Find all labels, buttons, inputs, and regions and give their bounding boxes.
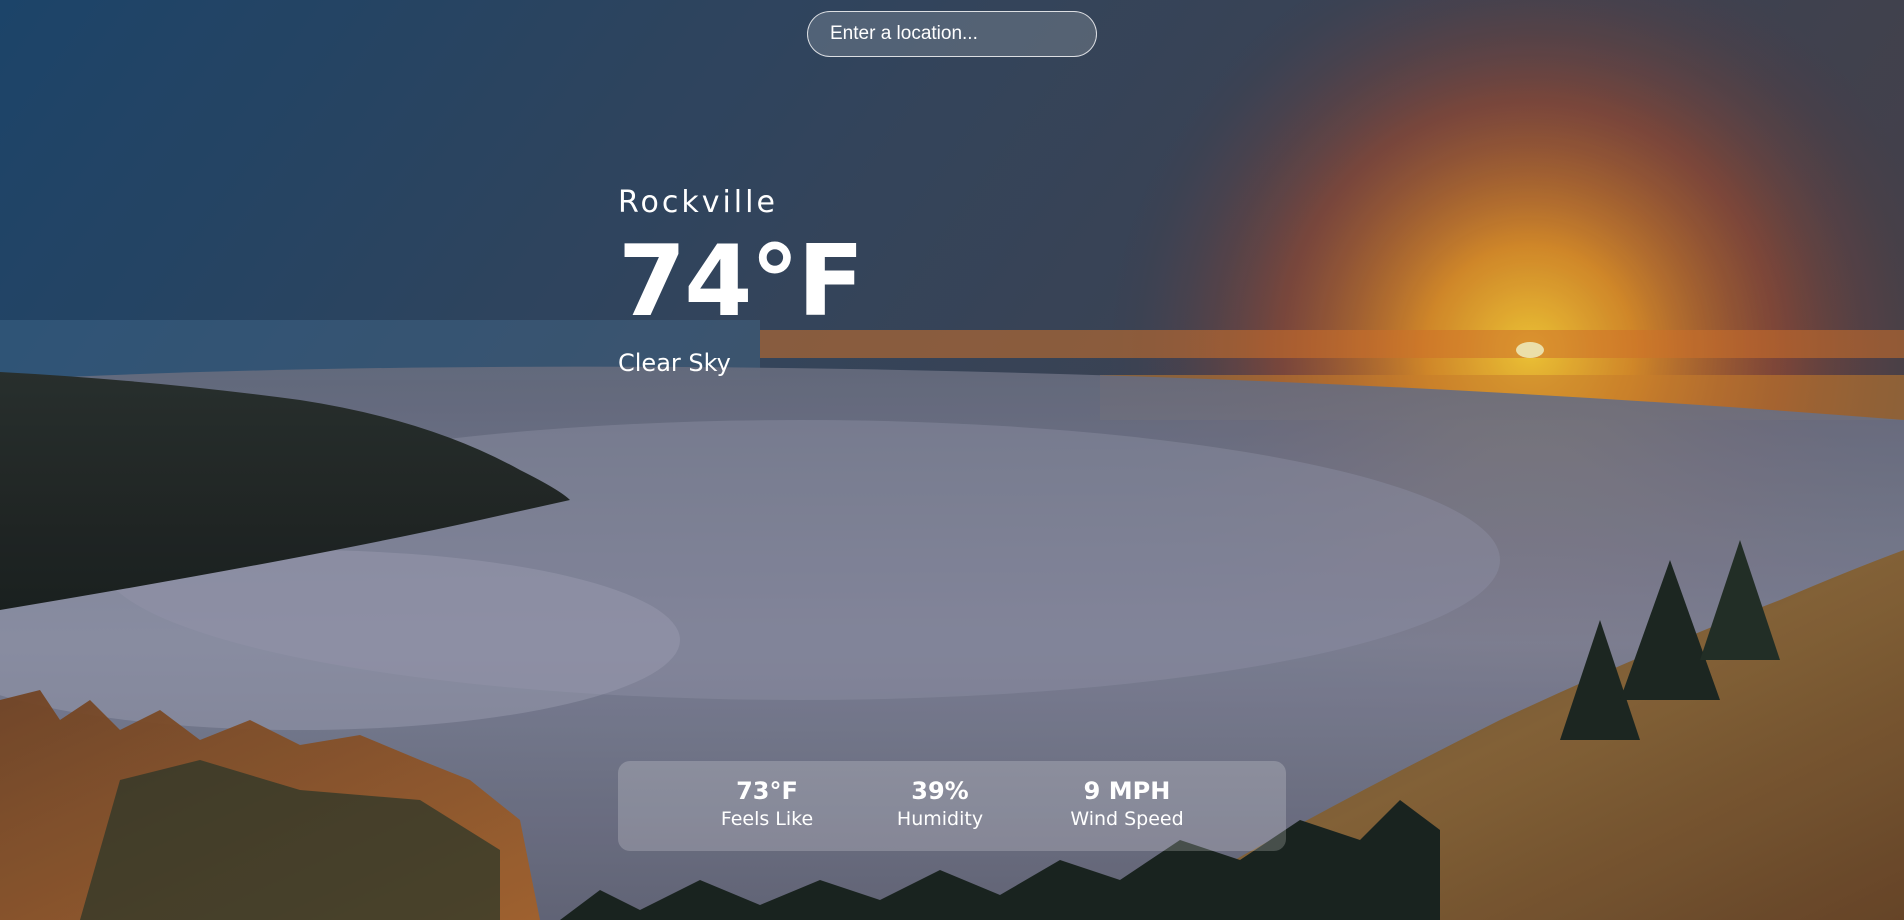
current-temperature: 74°F	[618, 225, 864, 339]
current-weather: Rockville 74°F Clear Sky	[618, 180, 864, 380]
search-box	[807, 11, 1097, 57]
wind-speed-stat: 9 MPH Wind Speed	[1070, 777, 1183, 833]
location-search-input[interactable]	[807, 11, 1097, 57]
wind-speed-value: 9 MPH	[1083, 777, 1171, 805]
city-name: Rockville	[618, 185, 778, 220]
wind-speed-label: Wind Speed	[1070, 808, 1184, 830]
feels-like-stat: 73°F Feels Like	[721, 777, 813, 833]
humidity-value: 39%	[911, 777, 969, 805]
weather-description: Clear Sky	[618, 349, 731, 377]
humidity-stat: 39% Humidity	[897, 777, 983, 833]
feels-like-label: Feels Like	[720, 808, 814, 830]
weather-details-panel: 73°F Feels Like 39% Humidity 9 MPH Wind …	[618, 761, 1286, 851]
feels-like-value: 73°F	[736, 777, 798, 805]
humidity-label: Humidity	[896, 808, 984, 830]
